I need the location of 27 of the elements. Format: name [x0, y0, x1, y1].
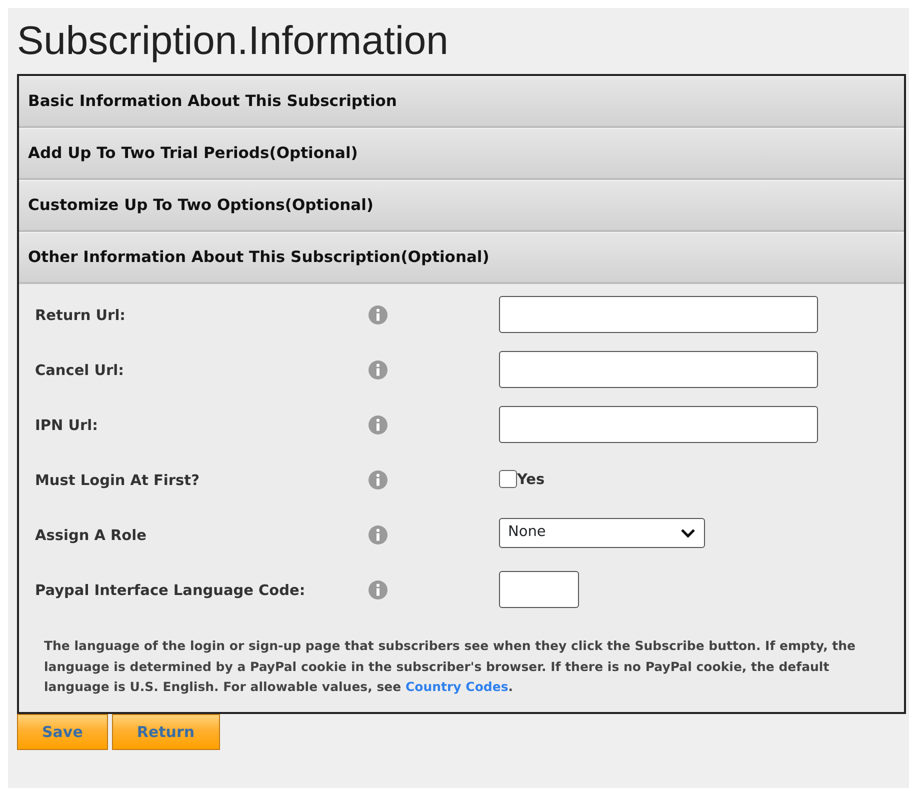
role-select[interactable]: None: [499, 518, 705, 548]
checkbox-label: Yes: [517, 471, 545, 490]
info-icon[interactable]: [368, 470, 388, 490]
input-field[interactable]: [499, 351, 818, 388]
field-label: IPN Url:: [35, 417, 99, 436]
info-icon[interactable]: [368, 360, 388, 380]
field-label: Paypal Interface Language Code:: [35, 582, 306, 601]
info-icon[interactable]: [368, 580, 388, 600]
input-field[interactable]: [499, 571, 579, 608]
field-label: Must Login At First?: [35, 472, 200, 491]
chevron-down-icon: [680, 528, 696, 538]
info-icon[interactable]: [368, 304, 388, 325]
input-field[interactable]: [499, 296, 818, 333]
help-text: The language of the login or sign-up page that subscribers see when they click the Subscribe button. If empty, the language is determined by a PayPal cookie in the subscriber's browser. If there is no PayPal cookie, the default language is U.S. English. For allowable values, see Country Codes.: [44, 637, 857, 696]
page-title: Subscription.Information: [17, 18, 450, 64]
section-header[interactable]: Customize Up To Two Options(Optional): [19, 180, 904, 232]
section-header[interactable]: Other Information About This Subscription(Optional): [19, 232, 904, 284]
input-field[interactable]: [499, 406, 818, 443]
select-value: None: [508, 523, 546, 542]
info-icon[interactable]: [368, 524, 388, 545]
field-label: Cancel Url:: [35, 362, 125, 381]
field-label: Return Url:: [35, 307, 126, 326]
section-header[interactable]: Basic Information About This Subscription: [19, 76, 904, 128]
info-icon[interactable]: [368, 414, 388, 435]
field-label: Assign A Role: [35, 527, 148, 546]
section-header[interactable]: Add Up To Two Trial Periods(Optional): [19, 128, 904, 180]
checkbox[interactable]: [499, 470, 517, 488]
